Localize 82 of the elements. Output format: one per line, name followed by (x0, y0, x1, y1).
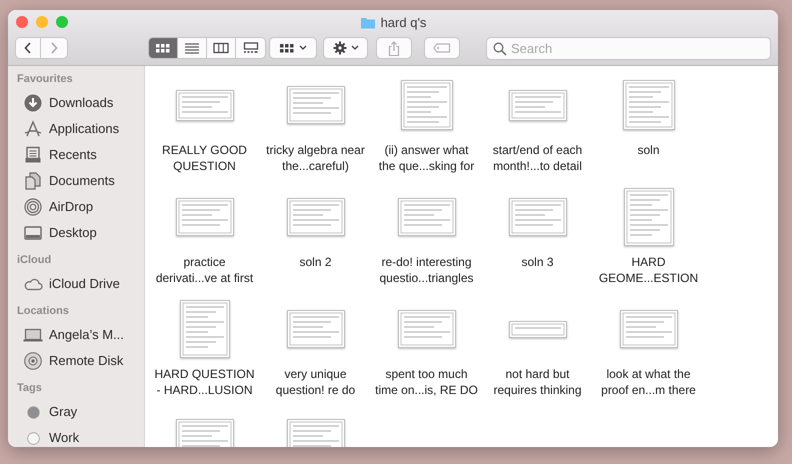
gear-icon (332, 41, 346, 55)
document-thumbnail[interactable] (508, 198, 566, 236)
download-icon (24, 94, 42, 112)
disc-icon (24, 352, 42, 370)
file-name: tricky algebra near the...careful) (265, 142, 366, 174)
document-thumbnail[interactable] (622, 80, 674, 130)
sidebar-item[interactable]: Documents (17, 168, 144, 194)
grid-view-icon (155, 42, 171, 54)
view-mode-button[interactable] (236, 38, 265, 58)
sidebar-heading: Tags (17, 381, 43, 395)
desktop-icon (24, 224, 42, 242)
document-thumbnail[interactable] (398, 198, 456, 236)
file-name: REALLY GOOD QUESTION (161, 142, 248, 174)
document-thumbnail[interactable] (508, 320, 566, 338)
file-name: re-do! interesting questio...triangles (378, 254, 475, 286)
sidebar-item[interactable]: AirDrop (17, 194, 144, 220)
document-thumbnail[interactable] (286, 86, 344, 124)
sidebar-item[interactable]: Applications (17, 116, 144, 142)
columns-view-icon (213, 42, 229, 54)
sidebar-heading: iCloud (17, 253, 52, 267)
minimize-button[interactable] (36, 16, 48, 28)
caret-icon (299, 45, 307, 51)
back-button[interactable] (16, 38, 42, 58)
airdrop-icon (24, 198, 42, 216)
action-button[interactable] (323, 37, 368, 59)
document-thumbnail[interactable] (176, 90, 234, 120)
document-thumbnail[interactable] (286, 310, 344, 348)
documents-icon (24, 172, 42, 190)
document-thumbnail[interactable] (508, 90, 566, 120)
tag-button[interactable] (424, 37, 460, 59)
close-button[interactable] (16, 16, 28, 28)
view-mode-control[interactable] (148, 37, 266, 59)
file-name: soln 3 (520, 254, 555, 270)
file-name: (ii) answer what the que...sking for (378, 142, 476, 174)
search-icon (493, 42, 507, 56)
sidebar-heading: Favourites (17, 72, 74, 86)
view-mode-button[interactable] (207, 38, 236, 58)
gallery-view-icon (242, 42, 258, 54)
file-name: HARD QUESTION - HARD...LUSION (153, 366, 256, 398)
caret-icon (350, 45, 358, 51)
view-mode-button[interactable] (149, 38, 178, 58)
sidebar-item[interactable]: Remote Disk (17, 348, 144, 374)
file-name: soln (636, 142, 660, 158)
chevron-left-icon (24, 42, 32, 54)
list-view-icon (184, 42, 200, 54)
sidebar-item[interactable]: Recents (17, 142, 144, 168)
sidebar-heading: Locations (17, 304, 70, 318)
file-name: HARD GEOME...ESTION (598, 254, 700, 286)
file-name: start/end of each month!...to detail (492, 142, 584, 174)
chevron-right-icon (50, 42, 58, 54)
file-name: not hard but requires thinking (492, 366, 583, 398)
sidebar-item[interactable]: Downloads (17, 90, 144, 116)
share-icon (388, 40, 400, 56)
document-thumbnail[interactable] (624, 188, 674, 246)
document-thumbnail[interactable] (286, 198, 344, 236)
search-field[interactable]: Search (486, 36, 771, 60)
document-thumbnail[interactable] (398, 310, 456, 348)
view-mode-button[interactable] (178, 38, 207, 58)
sidebar-item[interactable]: Desktop (17, 220, 144, 246)
file-name: very unique question! re do (274, 366, 356, 398)
file-name: spent too much time on...is, RE DO (374, 366, 478, 398)
tag-icon (433, 43, 451, 53)
applications-icon (24, 120, 42, 138)
cloud-icon (23, 277, 43, 291)
folder-icon (360, 16, 376, 30)
document-thumbnail[interactable] (176, 198, 234, 236)
sidebar-item[interactable]: Gray (17, 399, 144, 425)
document-thumbnail[interactable] (400, 80, 452, 130)
recents-icon (24, 146, 42, 164)
group-by-button[interactable] (269, 37, 317, 59)
document-thumbnail[interactable] (180, 300, 230, 358)
window-title: hard q's (380, 14, 426, 32)
sidebar-item[interactable]: Work (17, 425, 144, 447)
file-name: practice derivati...ve at first (154, 254, 254, 286)
laptop-icon (23, 328, 43, 342)
group-grid-icon (279, 42, 295, 54)
file-name: soln 2 (298, 254, 333, 270)
file-name: look at what the proof en...m there (600, 366, 697, 398)
sidebar-item[interactable]: Angela’s M... (17, 322, 144, 348)
document-thumbnail[interactable] (620, 310, 678, 348)
zoom-button[interactable] (56, 16, 68, 28)
sidebar-item[interactable]: iCloud Drive (17, 271, 144, 297)
